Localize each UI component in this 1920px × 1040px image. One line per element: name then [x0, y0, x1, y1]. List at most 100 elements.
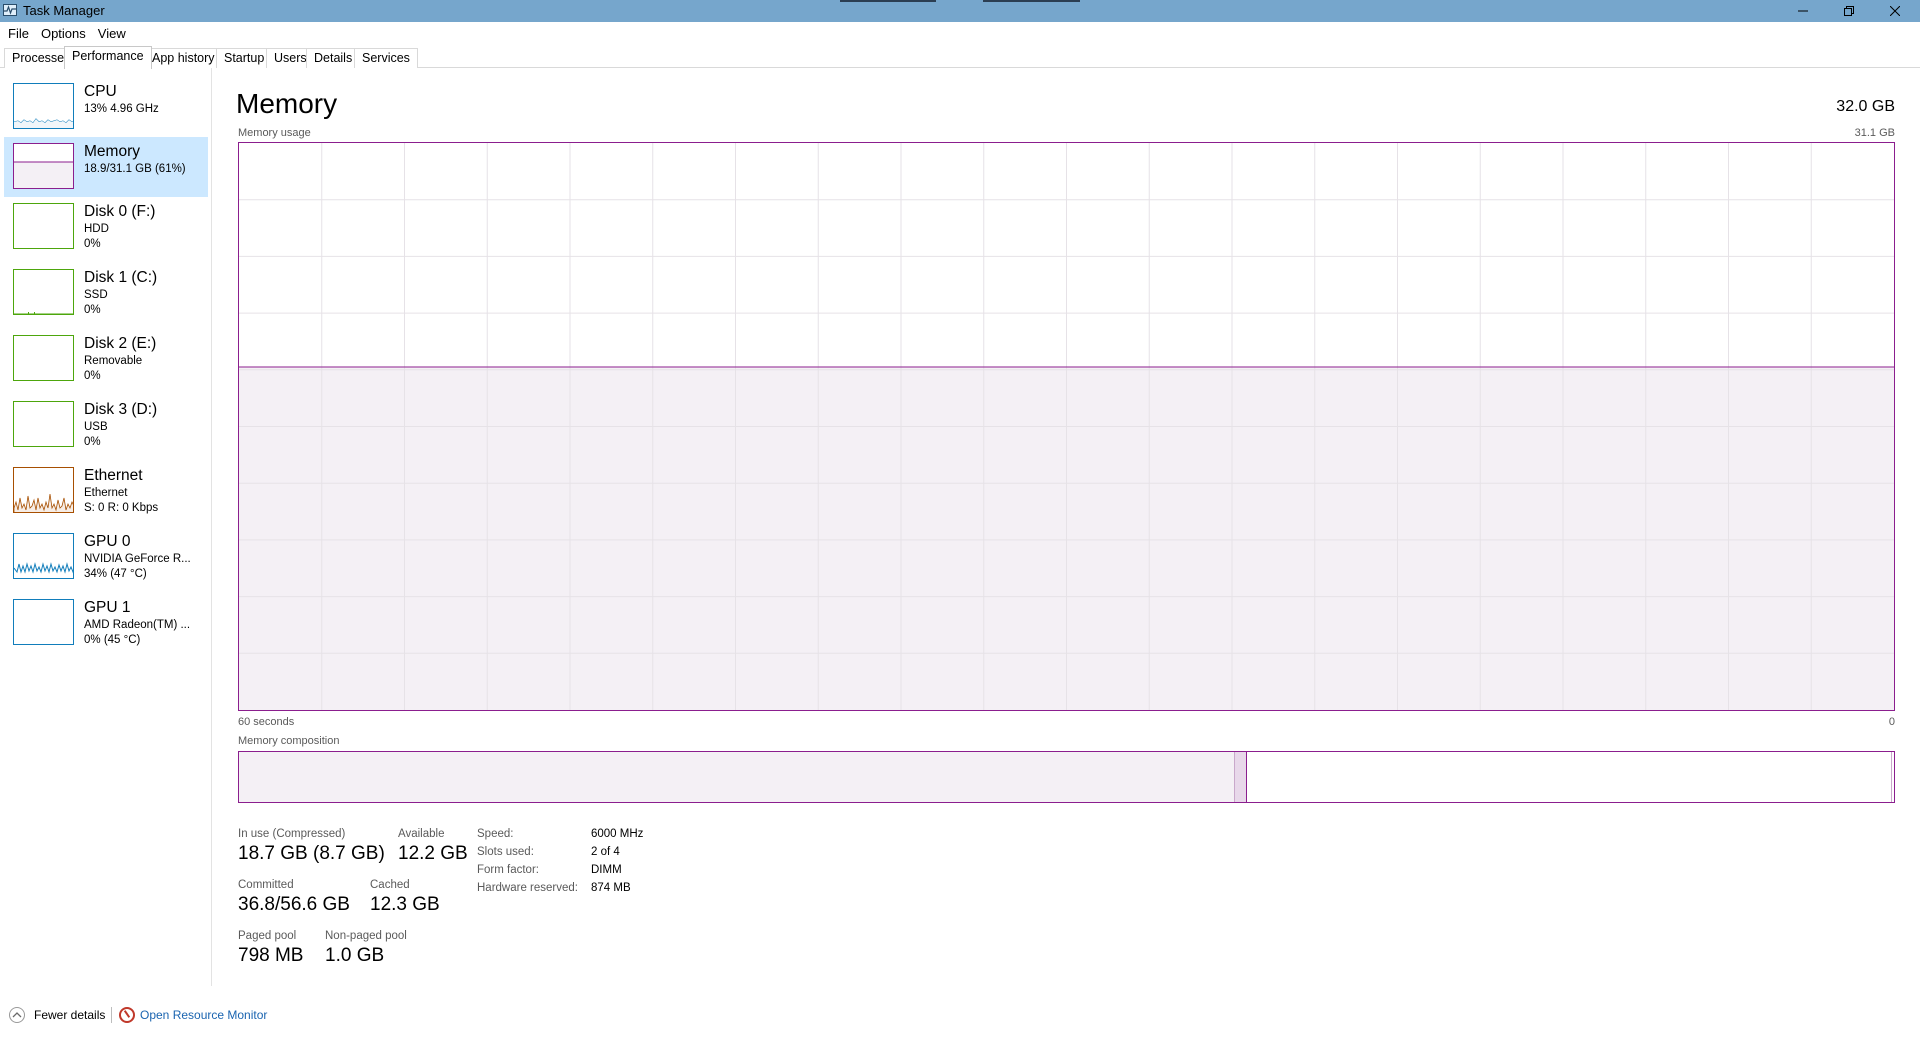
titlebar-divider — [983, 0, 1080, 2]
sidebar-item-gpu1[interactable]: GPU 1 AMD Radeon(TM) ... 0% (45 °C) — [4, 593, 208, 653]
sidebar-item-disk2[interactable]: Disk 2 (E:) Removable 0% — [4, 329, 208, 389]
performance-sidebar: CPU 13% 4.96 GHz Memory 18.9/31.1 GB (61… — [0, 68, 212, 986]
sidebar-gpu0-title: GPU 0 — [84, 533, 131, 550]
sidebar-item-ethernet[interactable]: Ethernet Ethernet S: 0 R: 0 Kbps — [4, 461, 208, 521]
sidebar-ethernet-title: Ethernet — [84, 467, 143, 484]
sidebar-disk0-usage: 0% — [84, 238, 101, 250]
sidebar-cpu-usage: 13% 4.96 GHz — [84, 103, 159, 115]
composition-in-use-segment — [239, 752, 1236, 802]
sidebar-item-cpu[interactable]: CPU 13% 4.96 GHz — [4, 77, 208, 137]
tab-services[interactable]: Services — [354, 48, 418, 68]
stat-paged-pool-label: Paged pool — [238, 930, 297, 942]
sidebar-gpu0-usage: 34% (47 °C) — [84, 568, 147, 580]
fewer-details-button[interactable]: Fewer details — [34, 1008, 105, 1022]
tab-strip: Processes Performance App history Startu… — [0, 46, 1920, 69]
minimize-icon — [1798, 10, 1808, 12]
sidebar-ethernet-adapter: Ethernet — [84, 487, 128, 499]
sidebar-disk2-title: Disk 2 (E:) — [84, 335, 157, 352]
sidebar-disk3-title: Disk 3 (D:) — [84, 401, 158, 418]
spec-hw-reserved-label: Hardware reserved: — [477, 882, 578, 894]
composition-free-segment — [1891, 752, 1894, 802]
stat-available-label: Available — [398, 828, 445, 840]
spec-form-factor-label: Form factor: — [477, 864, 539, 876]
stat-cached-value: 12.3 GB — [370, 894, 440, 915]
spec-slots-value: 2 of 4 — [591, 846, 620, 858]
stat-available: Available 12.2 GB — [398, 828, 468, 865]
sidebar-gpu1-usage: 0% (45 °C) — [84, 634, 141, 646]
menu-options[interactable]: Options — [35, 26, 92, 41]
sidebar-memory-title: Memory — [84, 143, 140, 160]
memory-usage-plot — [239, 143, 1894, 710]
stat-non-paged-pool-value: 1.0 GB — [325, 945, 385, 966]
gpu0-thumbnail-graph — [13, 533, 74, 579]
sidebar-item-disk0[interactable]: Disk 0 (F:) HDD 0% — [4, 197, 208, 257]
sidebar-gpu1-model: AMD Radeon(TM) ... — [84, 619, 191, 631]
sidebar-item-disk1[interactable]: Disk 1 (C:) SSD 0% — [4, 263, 208, 323]
ethernet-thumbnail-graph — [13, 467, 74, 513]
sidebar-disk1-type: SSD — [84, 289, 108, 301]
memory-thumbnail-graph — [13, 143, 74, 189]
close-button[interactable] — [1872, 0, 1918, 22]
stat-in-use-label: In use (Compressed) — [238, 828, 346, 840]
spec-speed-value: 6000 MHz — [591, 828, 644, 840]
chevron-up-icon[interactable] — [9, 1007, 25, 1023]
open-resource-monitor-link[interactable]: Open Resource Monitor — [140, 1008, 267, 1022]
restore-icon — [1844, 6, 1854, 16]
stat-paged-pool-value: 798 MB — [238, 945, 304, 966]
sidebar-disk2-usage: 0% — [84, 370, 101, 382]
sidebar-gpu0-model: NVIDIA GeForce R... — [84, 553, 191, 565]
stat-cached: Cached 12.3 GB — [370, 879, 440, 916]
resource-monitor-icon[interactable] — [119, 1007, 135, 1023]
memory-usage-label: Memory usage — [238, 127, 311, 139]
menu-file[interactable]: File — [2, 26, 35, 41]
close-icon — [1890, 6, 1900, 16]
menu-bar: File Options View — [0, 22, 1920, 44]
composition-modified-segment — [1235, 752, 1247, 802]
memory-usage-graph — [238, 142, 1895, 711]
task-manager-icon — [3, 4, 17, 16]
footer-divider — [111, 1007, 112, 1023]
total-memory: 32.0 GB — [1836, 98, 1895, 115]
spec-slots-label: Slots used: — [477, 846, 534, 858]
footer-bar: Fewer details Open Resource Monitor — [0, 1000, 1920, 1030]
sidebar-memory-usage: 18.9/31.1 GB (61%) — [84, 163, 186, 175]
window-title: Task Manager — [23, 3, 105, 18]
stat-in-use: In use (Compressed) 18.7 GB (8.7 GB) — [238, 828, 385, 865]
menu-view[interactable]: View — [92, 26, 132, 41]
page-title: Memory — [236, 88, 338, 119]
memory-composition-label: Memory composition — [238, 735, 340, 747]
stat-non-paged-pool: Non-paged pool 1.0 GB — [325, 930, 407, 967]
tab-performance[interactable]: Performance — [64, 46, 152, 69]
sidebar-item-memory[interactable]: Memory 18.9/31.1 GB (61%) — [4, 137, 208, 197]
sidebar-disk0-type: HDD — [84, 223, 109, 235]
titlebar-divider — [840, 0, 936, 2]
stat-in-use-value: 18.7 GB (8.7 GB) — [238, 843, 385, 864]
disk2-thumbnail-graph — [13, 335, 74, 381]
tab-startup[interactable]: Startup — [216, 48, 273, 68]
sidebar-disk1-usage: 0% — [84, 304, 101, 316]
sidebar-disk0-title: Disk 0 (F:) — [84, 203, 156, 220]
stat-cached-label: Cached — [370, 879, 410, 891]
graph-time-span: 60 seconds — [238, 716, 295, 728]
sidebar-item-disk3[interactable]: Disk 3 (D:) USB 0% — [4, 395, 208, 455]
sidebar-disk3-usage: 0% — [84, 436, 101, 448]
minimize-button[interactable] — [1780, 0, 1826, 22]
stat-non-paged-pool-label: Non-paged pool — [325, 930, 407, 942]
stat-committed: Committed 36.8/56.6 GB — [238, 879, 350, 916]
spec-speed-label: Speed: — [477, 828, 514, 840]
disk1-thumbnail-graph — [13, 269, 74, 315]
stat-paged-pool: Paged pool 798 MB — [238, 930, 303, 967]
memory-usage-max: 31.1 GB — [1854, 127, 1895, 139]
stat-committed-label: Committed — [238, 879, 294, 891]
tab-details[interactable]: Details — [306, 48, 361, 68]
sidebar-disk1-title: Disk 1 (C:) — [84, 269, 158, 286]
tab-app-history[interactable]: App history — [144, 48, 223, 68]
sidebar-item-gpu0[interactable]: GPU 0 NVIDIA GeForce R... 34% (47 °C) — [4, 527, 208, 587]
stat-available-value: 12.2 GB — [398, 843, 468, 864]
restore-button[interactable] — [1826, 0, 1872, 22]
sidebar-disk3-type: USB — [84, 421, 108, 433]
stat-committed-value: 36.8/56.6 GB — [238, 894, 350, 915]
disk3-thumbnail-graph — [13, 401, 74, 447]
sidebar-ethernet-throughput: S: 0 R: 0 Kbps — [84, 502, 159, 514]
gpu1-thumbnail-graph — [13, 599, 74, 645]
